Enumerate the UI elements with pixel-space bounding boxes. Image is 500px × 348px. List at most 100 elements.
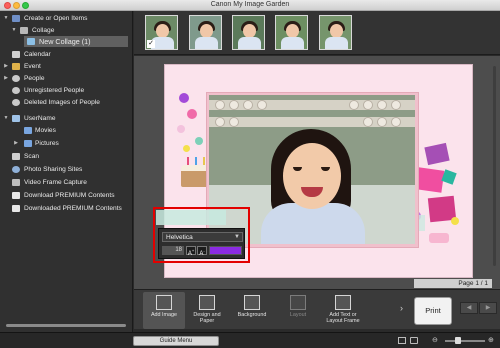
print-button[interactable]: Print [414, 297, 452, 325]
tool-label: Design and Paper [193, 312, 221, 324]
background-plate [215, 117, 225, 127]
add-image-button[interactable]: Add Image [143, 292, 185, 329]
sidebar-item-deleted-people[interactable]: Deleted Images of People [0, 97, 133, 108]
sidebar-item-downloaded-premium[interactable]: Downloaded PREMIUM Contents [0, 203, 133, 214]
font-dropdown[interactable]: Helvetica ▼ [162, 232, 243, 242]
decrease-font-size-icon[interactable]: A- [197, 246, 207, 257]
sidebar-item-label: Unregistered People [24, 87, 85, 94]
add-text-button[interactable]: Add Text or Layout Frame [322, 292, 364, 329]
sidebar-item-label: UserName [24, 115, 56, 122]
event-icon [12, 63, 20, 70]
sidebar-item-create-or-open[interactable]: ▼ Create or Open Items [0, 13, 133, 24]
sidebar-item-people[interactable]: ▶ People [0, 73, 133, 84]
sidebar-item-label: Photo Sharing Sites [24, 166, 83, 173]
sidebar-scrollbar[interactable] [6, 324, 126, 327]
text-color-swatch[interactable] [209, 246, 242, 255]
background-button[interactable]: Background [231, 292, 273, 329]
background-plate [349, 100, 359, 110]
text-format-panel: Helvetica ▼ 18 A+ A- [158, 228, 245, 259]
sidebar-item-label: Pictures [35, 140, 59, 147]
sidebar-item-event[interactable]: ▶ Event [0, 61, 133, 72]
ribbon-decoration [429, 233, 449, 243]
zoom-slider-handle[interactable] [455, 337, 461, 344]
person-deleted-icon [12, 99, 20, 106]
image-thumbnail[interactable] [319, 15, 352, 50]
download-icon [12, 192, 20, 199]
tool-label: Add Image [150, 312, 178, 318]
font-size-field[interactable]: 18 [162, 246, 184, 255]
view-mode-icon[interactable] [410, 337, 418, 344]
layout-icon [290, 295, 306, 310]
status-bar: Guide Menu ⊖ ⊕ [0, 332, 500, 348]
increase-font-size-icon[interactable]: A+ [186, 246, 196, 257]
sidebar-item-unregistered-people[interactable]: Unregistered People [0, 85, 133, 96]
add-text-icon [335, 295, 351, 310]
window-title: Canon My Image Garden [210, 1, 290, 8]
image-thumbnail-strip: ✓ [134, 11, 500, 55]
guide-menu-button[interactable]: Guide Menu [133, 336, 219, 346]
layout-button[interactable]: Layout [277, 292, 319, 329]
thumbnail-photo [286, 24, 299, 38]
folder-icon [24, 140, 32, 147]
sidebar-item-collage[interactable]: ▼ Collage [0, 25, 133, 36]
image-thumbnail[interactable] [275, 15, 308, 50]
sidebar-item-label: Calendar [24, 51, 51, 58]
flower-decoration [195, 137, 203, 145]
thumbnail-photo [195, 37, 218, 49]
subject-dress [261, 203, 365, 244]
font-dropdown-value: Helvetica [166, 234, 193, 241]
flower-decoration [177, 125, 185, 133]
disclosure-closed-icon[interactable]: ▶ [13, 138, 19, 149]
sidebar-item-movies[interactable]: Movies [0, 125, 133, 136]
sidebar-item-calendar[interactable]: Calendar [0, 49, 133, 60]
background-plate [377, 100, 387, 110]
zoom-out-icon[interactable]: ⊖ [432, 336, 438, 344]
sidebar-item-username[interactable]: ▼ UserName [0, 113, 133, 124]
zoom-in-icon[interactable]: ⊕ [488, 336, 494, 344]
globe-icon [12, 166, 20, 173]
sidebar-item-label: Download PREMIUM Contents [24, 192, 115, 199]
zoom-slider[interactable] [445, 340, 485, 342]
collage-item-icon [27, 38, 35, 45]
next-page-button[interactable]: ▶ [479, 302, 497, 314]
gift-box-decoration [424, 142, 450, 166]
image-thumbnail[interactable]: ✓ [145, 15, 178, 50]
chevron-right-icon[interactable]: › [400, 303, 403, 313]
image-thumbnail[interactable] [232, 15, 265, 50]
folder-icon [24, 127, 32, 134]
sidebar-item-new-collage[interactable]: New Collage (1) [24, 36, 128, 47]
checkmark-icon[interactable]: ✓ [147, 40, 155, 48]
sidebar-item-pictures[interactable]: ▶ Pictures [0, 138, 133, 149]
disclosure-open-icon[interactable]: ▼ [11, 25, 17, 36]
person-unknown-icon [12, 87, 20, 94]
people-icon [12, 75, 20, 82]
sidebar-item-photo-sharing[interactable]: Photo Sharing Sites [0, 164, 133, 175]
disclosure-open-icon[interactable]: ▼ [3, 13, 9, 24]
sidebar-item-video-frame-capture[interactable]: Video Frame Capture [0, 177, 133, 188]
image-thumbnail[interactable] [189, 15, 222, 50]
design-and-paper-button[interactable]: Design and Paper [186, 292, 228, 329]
candle-decoration [203, 157, 205, 165]
thumbnail-photo [281, 37, 304, 49]
sidebar-item-label: People [24, 75, 45, 82]
add-image-icon [156, 295, 172, 310]
sidebar-item-download-premium[interactable]: Download PREMIUM Contents [0, 190, 133, 201]
sidebar-item-label: Deleted Images of People [24, 99, 100, 106]
view-mode-icon[interactable] [398, 337, 406, 344]
bottom-toolbar: Add Image Design and Paper Background La… [134, 289, 500, 329]
flower-decoration [187, 109, 197, 119]
background-plate [229, 117, 239, 127]
disclosure-open-icon[interactable]: ▼ [3, 113, 9, 124]
disclosure-closed-icon[interactable]: ▶ [3, 73, 9, 84]
previous-page-button[interactable]: ◀ [460, 302, 478, 314]
vertical-scrollbar[interactable] [493, 66, 496, 266]
computer-icon [12, 115, 20, 122]
disclosure-closed-icon[interactable]: ▶ [3, 61, 9, 72]
flower-decoration [183, 145, 190, 152]
tool-label: Add Text or Layout Frame [326, 312, 360, 324]
sidebar-item-label: Scan [24, 153, 40, 160]
sidebar-item-label: Movies [35, 127, 56, 134]
sidebar-item-scan[interactable]: Scan [0, 151, 133, 162]
thumbnail-photo [325, 37, 348, 49]
sidebar-item-label: Event [24, 63, 41, 70]
